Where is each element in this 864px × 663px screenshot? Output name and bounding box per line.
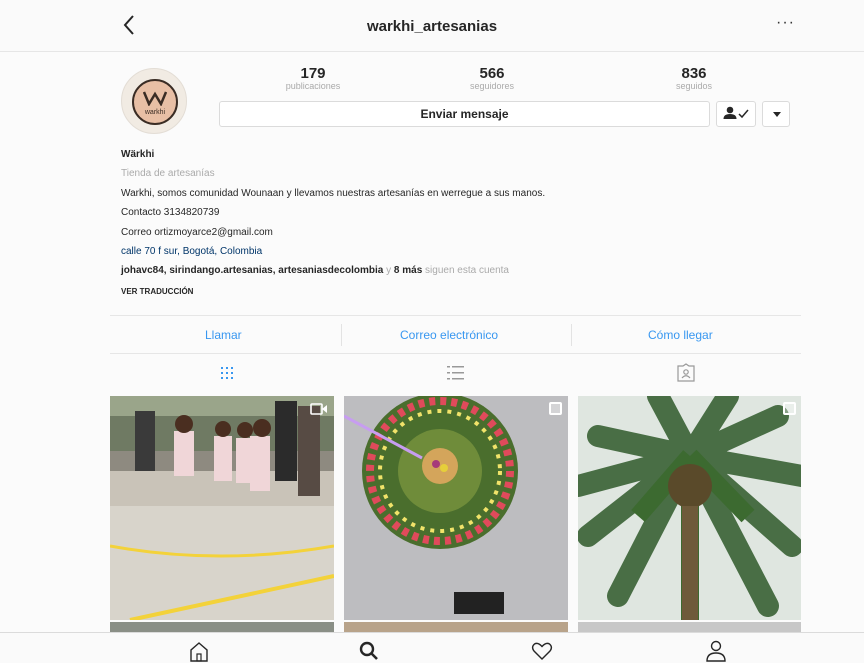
- video-icon: [310, 403, 327, 415]
- heart-icon[interactable]: [530, 639, 554, 663]
- logo-circle: warkhi: [132, 79, 178, 125]
- bio-email: Correo ortizmoyarce2@gmail.com: [121, 226, 273, 238]
- email-button[interactable]: Correo electrónico: [400, 328, 498, 342]
- stat-following[interactable]: 836 seguidos: [634, 66, 754, 91]
- post-thumbnail[interactable]: [578, 396, 801, 620]
- suggestions-dropdown-button[interactable]: [762, 101, 790, 127]
- location-link[interactable]: calle 70 f sur, Bogotá, Colombia: [121, 242, 781, 261]
- bio-description: Warkhi, somos comunidad Wounaan y llevam…: [121, 187, 546, 199]
- followed-by-and: y: [386, 265, 392, 277]
- grid-icon: [221, 367, 233, 379]
- list-icon: [447, 366, 464, 380]
- send-message-button[interactable]: Enviar mensaje: [219, 101, 710, 127]
- followed-by-suffix: siguen esta cuenta: [425, 265, 509, 277]
- caret-down-icon: [773, 112, 781, 117]
- photo-palm-tree: [578, 396, 801, 620]
- stat-posts: 179 publicaciones: [253, 66, 373, 91]
- bottom-nav: [0, 632, 864, 663]
- call-button[interactable]: Llamar: [205, 328, 242, 342]
- person-check-icon: [723, 106, 749, 119]
- stat-followers[interactable]: 566 seguidores: [432, 66, 552, 91]
- list-view-tab[interactable]: [444, 362, 468, 384]
- divider: [341, 324, 342, 346]
- stat-posts-label: publicaciones: [285, 81, 341, 91]
- profile-name: Wärkhi: [121, 149, 155, 160]
- profile-icon[interactable]: [704, 639, 728, 663]
- photo-children-dancing: [110, 396, 334, 620]
- stat-posts-value: 179: [300, 65, 326, 82]
- divider: [571, 324, 572, 346]
- profile-category: Tienda de artesanías: [121, 168, 215, 180]
- see-translation-link[interactable]: VER TRADUCCIÓN: [121, 282, 781, 301]
- avatar[interactable]: warkhi: [121, 68, 187, 134]
- bio-contact: Contacto 3134820739: [121, 207, 220, 219]
- tagged-person-icon: [677, 363, 695, 382]
- post-thumbnail[interactable]: [344, 396, 568, 620]
- stat-followers-label: seguidores: [469, 81, 515, 91]
- multiple-photos-icon: [783, 402, 796, 415]
- photo-grid: [110, 396, 801, 636]
- page-title: warkhi_artesanias: [366, 18, 498, 35]
- contact-bar: Llamar Correo electrónico Cómo llegar: [110, 315, 801, 354]
- home-icon[interactable]: [187, 639, 211, 663]
- followed-by-more[interactable]: 8 más: [394, 265, 422, 276]
- profile-bio: Wärkhi Tienda de artesanías Warkhi, somo…: [121, 145, 781, 301]
- followed-by[interactable]: johavc84, sirindango.artesanias, artesan…: [121, 261, 781, 280]
- more-options-icon[interactable]: ···: [776, 14, 795, 32]
- stat-following-label: seguidos: [675, 81, 713, 91]
- multiple-photos-icon: [549, 402, 562, 415]
- top-bar: warkhi_artesanias ···: [0, 0, 864, 52]
- view-tabs: [110, 354, 801, 394]
- followed-by-names[interactable]: johavc84, sirindango.artesanias, artesan…: [121, 265, 383, 276]
- post-thumbnail[interactable]: [110, 396, 334, 620]
- grid-view-tab[interactable]: [215, 362, 239, 384]
- search-icon[interactable]: [357, 639, 381, 663]
- tagged-view-tab[interactable]: [674, 362, 698, 384]
- stat-following-value: 836: [681, 65, 707, 82]
- stat-followers-value: 566: [479, 65, 505, 82]
- following-button[interactable]: [716, 101, 756, 127]
- directions-button[interactable]: Cómo llegar: [648, 328, 713, 342]
- logo-w-icon: [143, 91, 167, 106]
- photo-flower-mandala: [344, 396, 568, 620]
- logo-brand-text: warkhi: [144, 109, 166, 116]
